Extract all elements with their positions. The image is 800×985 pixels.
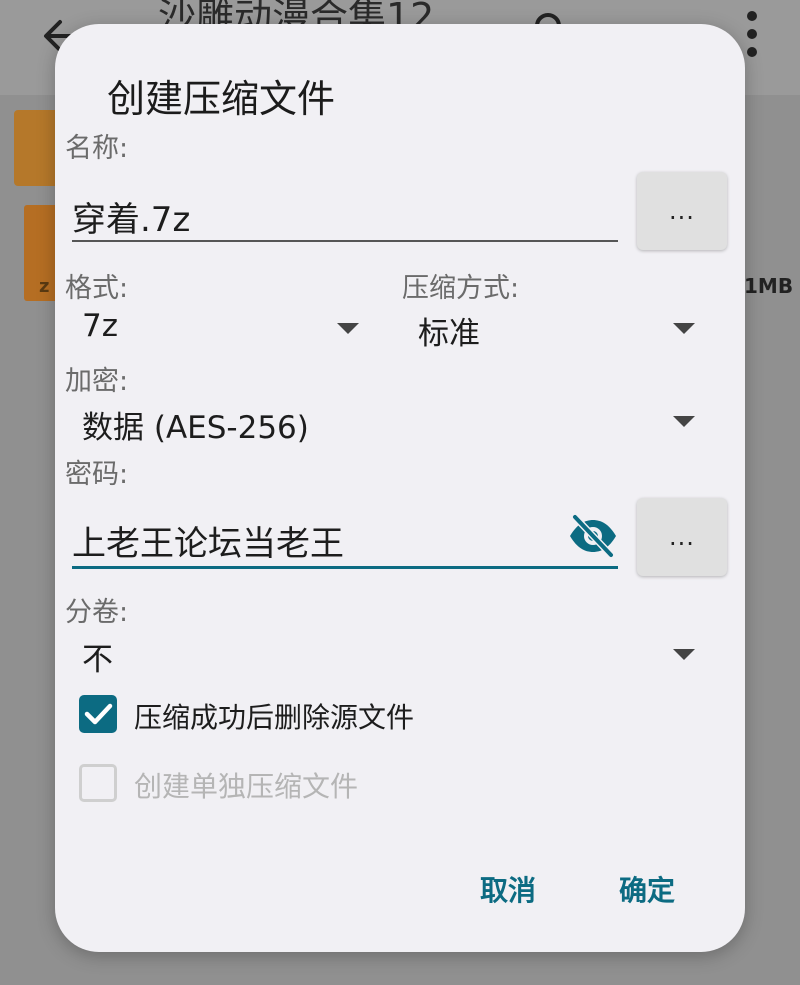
cancel-button[interactable]: 取消	[480, 869, 536, 909]
format-label: 格式:	[65, 273, 129, 304]
dialog-title: 创建压缩文件	[107, 77, 336, 121]
name-label: 名称:	[65, 133, 129, 164]
split-select[interactable]: 不	[82, 634, 113, 679]
password-input[interactable]: 上老王论坛当老王	[72, 516, 344, 565]
name-input-underline	[72, 240, 618, 242]
format-chevron-down-icon[interactable]	[337, 323, 359, 334]
more-vert-icon[interactable]	[740, 10, 764, 60]
delete-source-label[interactable]: 压缩成功后删除源文件	[134, 696, 414, 736]
create-archive-dialog: 创建压缩文件 名称: 穿着.7z ... 格式: 7z 压缩方式: 标准 加密:…	[55, 24, 745, 952]
checkmark-icon	[84, 703, 113, 725]
name-browse-button[interactable]: ...	[637, 172, 727, 250]
split-chevron-down-icon[interactable]	[673, 649, 695, 660]
delete-source-checkbox[interactable]	[79, 695, 117, 733]
name-input[interactable]: 穿着.7z	[72, 192, 190, 241]
encryption-label: 加密:	[65, 366, 129, 397]
separate-archives-label: 创建单独压缩文件	[134, 770, 359, 803]
separate-archives-checkbox	[79, 764, 117, 802]
eye-off-icon[interactable]	[567, 514, 619, 558]
compression-chevron-down-icon[interactable]	[673, 323, 695, 334]
encryption-select[interactable]: 数据 (AES-256)	[82, 402, 309, 447]
file-size: 1MB	[744, 274, 794, 298]
format-select[interactable]: 7z	[82, 308, 118, 344]
password-label: 密码:	[65, 459, 129, 490]
split-label: 分卷:	[65, 597, 129, 628]
password-input-underline	[72, 566, 618, 569]
password-more-button[interactable]: ...	[637, 498, 727, 576]
compression-select[interactable]: 标准	[418, 308, 480, 353]
file-type-letter: z	[39, 276, 50, 297]
ok-button[interactable]: 确定	[619, 869, 675, 909]
encryption-chevron-down-icon[interactable]	[673, 416, 695, 427]
folder-icon	[14, 110, 60, 186]
compression-label: 压缩方式:	[402, 273, 520, 304]
